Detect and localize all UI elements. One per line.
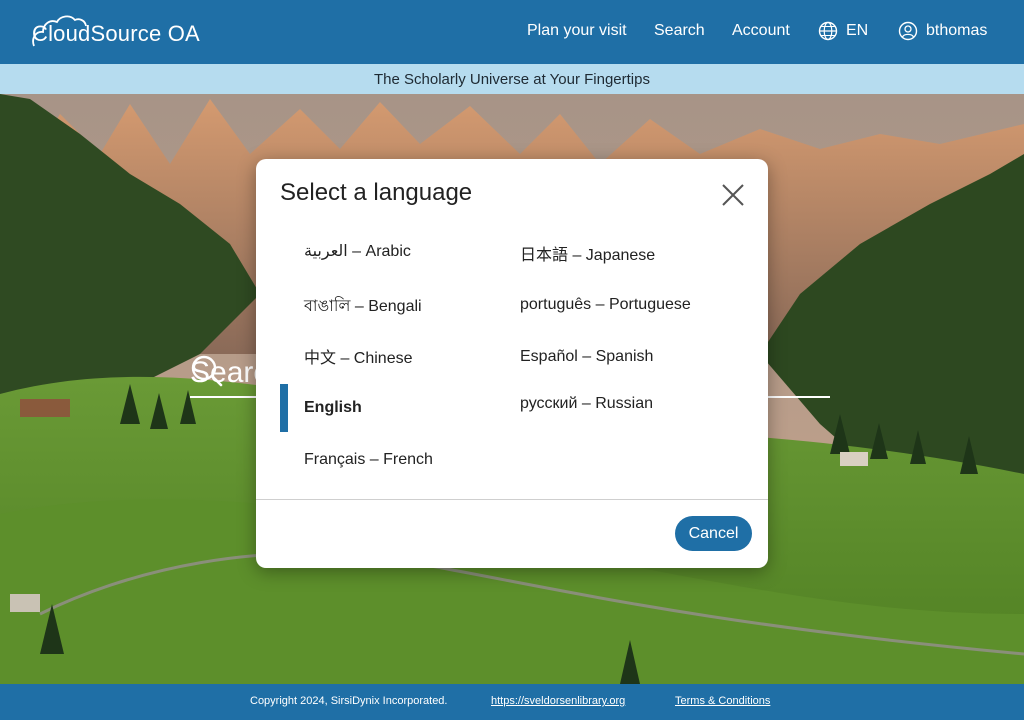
nav-plan-your-visit[interactable]: Plan your visit [527, 22, 627, 40]
close-icon[interactable] [718, 180, 748, 210]
footer-terms-link[interactable]: Terms & Conditions [675, 695, 770, 707]
language-option-arabic[interactable]: العربية – Arabic [304, 241, 411, 261]
footer-copyright: Copyright 2024, SirsiDynix Incorporated. [250, 695, 448, 707]
cancel-button[interactable]: Cancel [675, 516, 752, 551]
footer: Copyright 2024, SirsiDynix Incorporated.… [0, 684, 1024, 720]
language-option-japanese[interactable]: 日本語 – Japanese [520, 241, 655, 265]
language-option-portuguese[interactable]: português – Portuguese [520, 296, 691, 314]
user-menu[interactable]: bthomas [898, 21, 987, 41]
logo[interactable]: CloudSource OA [32, 14, 200, 50]
language-option-russian[interactable]: русский – Russian [520, 395, 653, 413]
search-icon[interactable] [190, 354, 224, 388]
selected-indicator [280, 384, 288, 432]
language-code: EN [846, 22, 869, 39]
nav-account[interactable]: Account [732, 22, 790, 40]
dialog-divider [256, 499, 768, 500]
tagline-banner: The Scholarly Universe at Your Fingertip… [0, 64, 1024, 94]
user-icon [898, 21, 918, 41]
footer-site-link[interactable]: https://sveldorsenlibrary.org [491, 695, 625, 707]
language-option-bengali[interactable]: বাঙালি – Bengali [304, 293, 422, 320]
language-option-french[interactable]: Français – French [304, 451, 433, 469]
language-option-english[interactable]: English [304, 399, 362, 417]
language-switcher[interactable]: EN [818, 21, 868, 41]
language-option-chinese[interactable]: 中文 – Chinese [304, 344, 413, 368]
nav-search[interactable]: Search [654, 22, 705, 40]
language-option-spanish[interactable]: Español – Spanish [520, 348, 653, 366]
logo-text: CloudSource OA [32, 21, 200, 46]
header: CloudSource OA Plan your visit Search Ac… [0, 0, 1024, 64]
language-dialog: Select a language العربية – Arabic বাঙাল… [256, 159, 768, 568]
dialog-title: Select a language [280, 179, 473, 206]
username: bthomas [926, 22, 988, 39]
globe-icon [818, 21, 838, 41]
